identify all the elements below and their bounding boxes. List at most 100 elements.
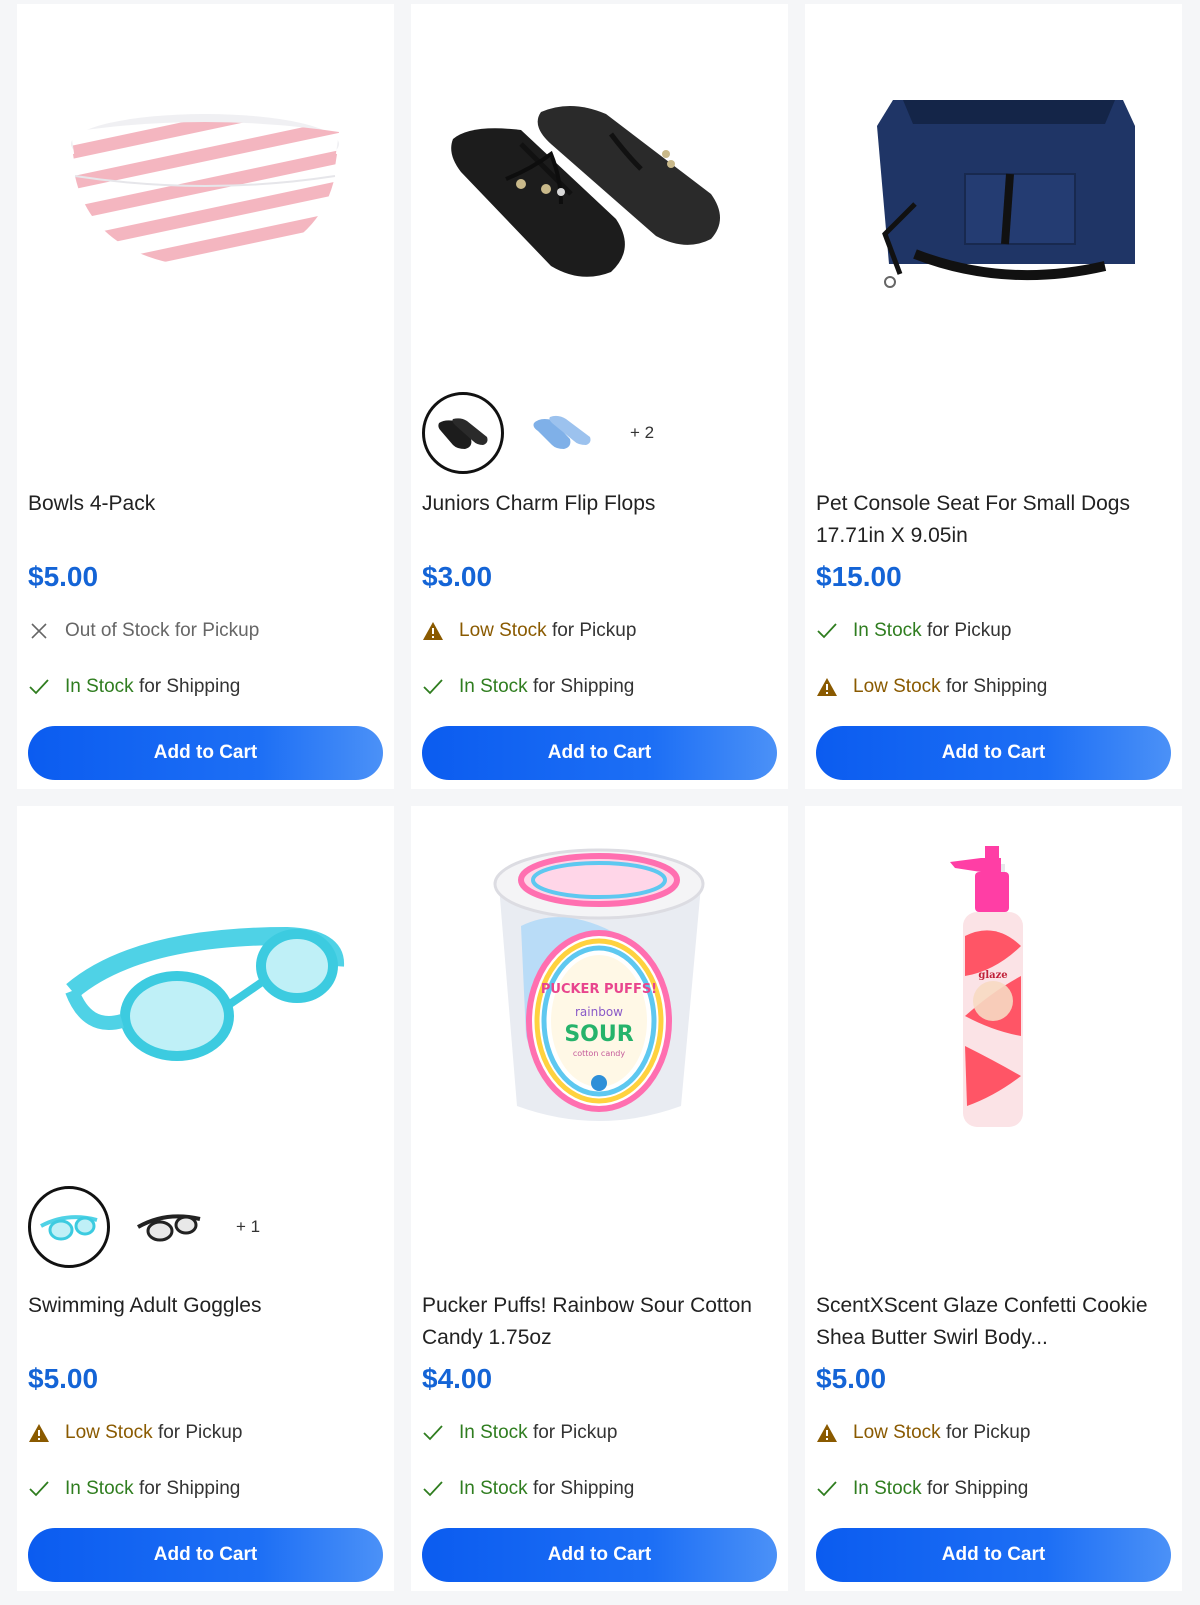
shipping-status: In Stock bbox=[459, 1478, 528, 1499]
swatch-black[interactable] bbox=[422, 392, 504, 474]
shipping-suffix: for Shipping bbox=[138, 1478, 241, 1499]
pickup-availability: Low Stock for Pickup bbox=[816, 1420, 1030, 1446]
color-swatches: + 1 bbox=[28, 1186, 260, 1268]
shipping-status: In Stock bbox=[853, 1478, 922, 1499]
shipping-suffix: for Shipping bbox=[138, 676, 241, 697]
product-title[interactable]: Bowls 4-Pack bbox=[28, 488, 383, 520]
product-card[interactable]: Pet Console Seat For Small Dogs 17.71in … bbox=[805, 4, 1182, 789]
warning-icon bbox=[422, 620, 444, 642]
product-title[interactable]: Pet Console Seat For Small Dogs 17.71in … bbox=[816, 488, 1171, 552]
shipping-status: In Stock bbox=[65, 1478, 134, 1499]
shipping-availability: In Stock for Shipping bbox=[28, 674, 240, 700]
shipping-suffix: for Shipping bbox=[926, 1478, 1029, 1499]
cotton-candy-image: PUCKER PUFFS! rainbow SOUR cotton candy bbox=[493, 848, 705, 1121]
product-image[interactable]: + 2 bbox=[411, 4, 788, 474]
pickup-suffix: for Pickup bbox=[157, 1422, 243, 1443]
pet-console-seat-image bbox=[877, 100, 1135, 288]
swatch-black-goggles-icon bbox=[137, 1214, 201, 1242]
add-to-cart-button[interactable]: Add to Cart bbox=[422, 726, 777, 780]
product-image[interactable]: PUCKER PUFFS! rainbow SOUR cotton candy bbox=[411, 806, 788, 1276]
product-price: $4.00 bbox=[422, 1363, 493, 1394]
pickup-status: In Stock bbox=[459, 1422, 528, 1443]
pickup-availability: Low Stock for Pickup bbox=[28, 1420, 242, 1446]
pickup-status: Low Stock bbox=[65, 1422, 153, 1443]
check-icon bbox=[28, 676, 50, 698]
swatch-black-flip-flop-icon bbox=[438, 418, 488, 449]
swatch-blue[interactable] bbox=[522, 392, 604, 474]
lotion-brand-text: glaze bbox=[978, 970, 1007, 981]
product-card[interactable]: PUCKER PUFFS! rainbow SOUR cotton candy … bbox=[411, 806, 788, 1591]
product-image[interactable]: glaze bbox=[805, 806, 1182, 1276]
add-to-cart-button[interactable]: Add to Cart bbox=[816, 1528, 1171, 1582]
product-grid: Bowls 4-Pack $5.00 Out of Stock for Pick… bbox=[17, 4, 1183, 1591]
shipping-availability: In Stock for Shipping bbox=[816, 1476, 1028, 1502]
pickup-availability: In Stock for Pickup bbox=[422, 1420, 617, 1446]
shipping-status: Low Stock bbox=[853, 676, 941, 697]
shipping-availability: In Stock for Shipping bbox=[28, 1476, 240, 1502]
swatch-blue-goggles-icon bbox=[40, 1215, 98, 1241]
pickup-availability: Low Stock for Pickup bbox=[422, 618, 636, 644]
swatch-blue-flip-flop-icon bbox=[533, 415, 591, 449]
product-card[interactable]: glaze ScentXScent Glaze Confetti Cookie … bbox=[805, 806, 1182, 1591]
more-swatches-count[interactable]: + 1 bbox=[236, 1217, 260, 1237]
product-price: $15.00 bbox=[816, 561, 902, 592]
cotton-candy-flavor-text: rainbow bbox=[575, 1005, 623, 1019]
product-card[interactable]: Bowls 4-Pack $5.00 Out of Stock for Pick… bbox=[17, 4, 394, 789]
product-image[interactable]: + 1 bbox=[17, 806, 394, 1276]
swatch-black[interactable] bbox=[128, 1186, 210, 1268]
product-image[interactable] bbox=[805, 4, 1182, 474]
add-to-cart-button[interactable]: Add to Cart bbox=[28, 726, 383, 780]
check-icon bbox=[816, 1478, 838, 1500]
check-icon bbox=[422, 1478, 444, 1500]
check-icon bbox=[422, 676, 444, 698]
product-price: $5.00 bbox=[28, 561, 99, 592]
cotton-candy-type-text: cotton candy bbox=[573, 1049, 626, 1058]
pickup-suffix: for Pickup bbox=[532, 1422, 618, 1443]
check-icon bbox=[28, 1478, 50, 1500]
shipping-suffix: for Shipping bbox=[532, 676, 635, 697]
check-icon bbox=[422, 1422, 444, 1444]
pickup-suffix: for Pickup bbox=[174, 620, 260, 641]
product-title[interactable]: ScentXScent Glaze Confetti Cookie Shea B… bbox=[816, 1290, 1171, 1354]
product-title[interactable]: Swimming Adult Goggles bbox=[28, 1290, 383, 1322]
cotton-candy-sour-text: SOUR bbox=[564, 1022, 633, 1047]
shipping-availability: In Stock for Shipping bbox=[422, 674, 634, 700]
add-to-cart-button[interactable]: Add to Cart bbox=[816, 726, 1171, 780]
product-price: $5.00 bbox=[816, 1363, 887, 1394]
product-card[interactable]: + 2 Juniors Charm Flip Flops $3.00 Low S… bbox=[411, 4, 788, 789]
warning-icon bbox=[816, 1422, 838, 1444]
pickup-status: Low Stock bbox=[459, 620, 547, 641]
shipping-availability: In Stock for Shipping bbox=[422, 1476, 634, 1502]
shipping-status: In Stock bbox=[65, 676, 134, 697]
product-title[interactable]: Juniors Charm Flip Flops bbox=[422, 488, 777, 520]
pickup-status: Out of Stock bbox=[65, 620, 170, 641]
more-swatches-count[interactable]: + 2 bbox=[630, 423, 654, 443]
body-lotion-image: glaze bbox=[950, 846, 1023, 1127]
shipping-suffix: for Shipping bbox=[532, 1478, 635, 1499]
warning-icon bbox=[816, 676, 838, 698]
pickup-status: In Stock bbox=[853, 620, 922, 641]
product-price: $5.00 bbox=[28, 1363, 99, 1394]
add-to-cart-button[interactable]: Add to Cart bbox=[28, 1528, 383, 1582]
shipping-status: In Stock bbox=[459, 676, 528, 697]
pickup-status: Low Stock bbox=[853, 1422, 941, 1443]
bowls-image bbox=[71, 114, 339, 268]
pickup-suffix: for Pickup bbox=[551, 620, 637, 641]
product-image[interactable] bbox=[17, 4, 394, 474]
shipping-suffix: for Shipping bbox=[945, 676, 1048, 697]
check-icon bbox=[816, 620, 838, 642]
warning-icon bbox=[28, 1422, 50, 1444]
product-title[interactable]: Pucker Puffs! Rainbow Sour Cotton Candy … bbox=[422, 1290, 777, 1354]
close-icon bbox=[28, 620, 50, 642]
cotton-candy-brand-text: PUCKER PUFFS! bbox=[541, 982, 657, 997]
add-to-cart-button[interactable]: Add to Cart bbox=[422, 1528, 777, 1582]
shipping-availability: Low Stock for Shipping bbox=[816, 674, 1047, 700]
swatch-blue[interactable] bbox=[28, 1186, 110, 1268]
pickup-availability: In Stock for Pickup bbox=[816, 618, 1011, 644]
product-card[interactable]: + 1 Swimming Adult Goggles $5.00 Low Sto… bbox=[17, 806, 394, 1591]
color-swatches: + 2 bbox=[422, 392, 654, 474]
pickup-availability: Out of Stock for Pickup bbox=[28, 618, 259, 644]
pickup-suffix: for Pickup bbox=[945, 1422, 1031, 1443]
product-price: $3.00 bbox=[422, 561, 493, 592]
pickup-suffix: for Pickup bbox=[926, 620, 1012, 641]
